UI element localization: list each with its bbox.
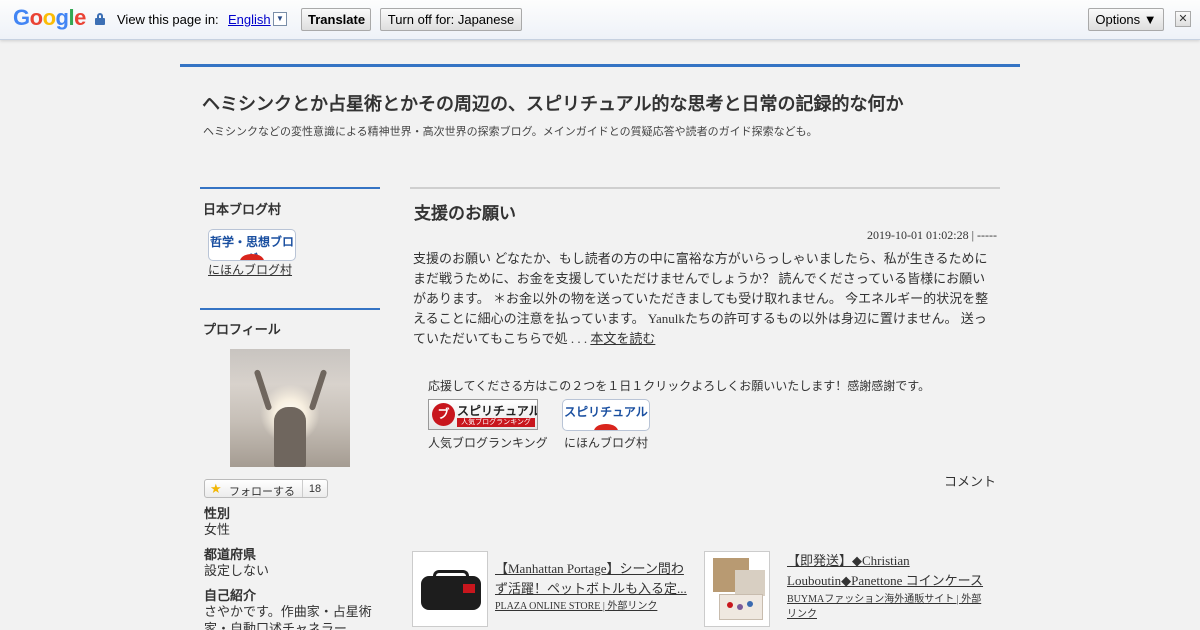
google-logo-letter: o: [42, 5, 56, 30]
article-rule: [410, 187, 1000, 189]
ad-title[interactable]: 【Manhattan Portage】シーン問わず活躍！ペットボトルも入る定..…: [495, 559, 691, 599]
comment-link[interactable]: コメント: [944, 471, 996, 490]
profile-key: 自己紹介: [204, 588, 257, 603]
village-heading: 日本ブログ村: [203, 202, 282, 217]
follow-count: 18: [308, 483, 322, 495]
translate-label: View this page in:: [117, 12, 219, 27]
article-meta: 2019-10-01 01:02:28 | -----: [866, 228, 997, 242]
options-button[interactable]: Options ▼: [1088, 8, 1164, 31]
ranking-link[interactable]: 人気ブログランキング: [428, 434, 548, 451]
village-banner-dot: [240, 254, 264, 260]
profile-key: 都道府県: [204, 547, 257, 562]
ranking-banner-text: スピリチュアル: [457, 404, 538, 418]
translate-bar: Google View this page in: English ▼ Tran…: [0, 0, 1200, 40]
article-title[interactable]: 支援のお願い: [414, 199, 516, 224]
article-excerpt: 支援のお願い どなたか、もし読者の方の中に富裕な方がいらっしゃいましたら、私が生…: [413, 251, 989, 346]
google-logo-letter: e: [74, 5, 86, 30]
ad-source[interactable]: BUYMAファッション海外通販サイト | 外部リンク: [787, 592, 987, 622]
turn-off-button[interactable]: Turn off for: Japanese: [380, 8, 522, 31]
ad-source[interactable]: PLAZA ONLINE STORE | 外部リンク: [495, 599, 691, 614]
google-logo-letter: G: [13, 5, 30, 30]
support-message: 応援してくださる方はこの２つを１日１クリックよろしくお願いいたします！感謝感謝で…: [428, 379, 931, 393]
article-body: 支援のお願い どなたか、もし読者の方の中に富裕な方がいらっしゃいましたら、私が生…: [413, 249, 998, 349]
sidebar-rule: [200, 187, 380, 189]
profile-photo[interactable]: [230, 349, 350, 467]
star-icon: ★: [210, 481, 222, 496]
follow-button[interactable]: ★ フォローする 18: [204, 479, 328, 498]
google-logo-letter: g: [55, 5, 69, 30]
village-spiritual-banner-text: スピリチュアル: [564, 405, 648, 419]
sidebar-rule: [200, 308, 380, 310]
village-link[interactable]: にほんブログ村: [208, 261, 292, 278]
google-logo: Google: [13, 5, 86, 31]
profile-heading: プロフィール: [203, 322, 281, 337]
google-logo-letter: o: [29, 5, 43, 30]
header-rule: [180, 64, 1020, 67]
language-dropdown-icon[interactable]: ▼: [273, 12, 287, 26]
blog-title[interactable]: ヘミシンクとか占星術とかその周辺の、スピリチュアル的な思考と日常の記録的な何か: [202, 90, 903, 116]
profile-key: 性別: [204, 506, 231, 521]
ranking-banner-sub: 人気ブログランキング: [457, 418, 535, 427]
language-select[interactable]: English: [228, 12, 271, 27]
close-icon[interactable]: ✕: [1175, 11, 1191, 27]
village-spiritual-banner[interactable]: スピリチュアル: [562, 399, 650, 431]
profile-value: 女性: [204, 522, 231, 537]
blog-description: ヘミシンクなどの変性意識による精神世界・高次世界の探索ブログ。メインガイドとの質…: [203, 126, 818, 138]
ad-title[interactable]: 【即発送】◆Christian Louboutin◆Panettone コインケ…: [787, 551, 999, 591]
village-banner[interactable]: 哲学・思想ブログ: [208, 229, 296, 261]
read-more-link[interactable]: 本文を読む: [590, 331, 655, 346]
ranking-logo-icon: ブ: [432, 403, 455, 426]
lock-icon: [95, 13, 105, 25]
ad-image-coin-case[interactable]: [704, 551, 770, 627]
ranking-banner[interactable]: ブ スピリチュアル 人気ブログランキング: [428, 399, 538, 430]
village-banner-dot: [594, 424, 618, 430]
ad-item[interactable]: 【Manhattan Portage】シーン問わず活躍！ペットボトルも入る定..…: [412, 551, 692, 627]
profile-value: 設定しない: [204, 563, 270, 578]
ad-image-bag[interactable]: [412, 551, 488, 627]
profile-value: さやかです。作曲家・占星術家・自動口述チャネラー: [204, 604, 372, 630]
village-spiritual-link[interactable]: にほんブログ村: [564, 434, 648, 451]
follow-label: フォローする: [229, 486, 295, 498]
translate-button[interactable]: Translate: [301, 8, 371, 31]
ad-item[interactable]: 【即発送】◆Christian Louboutin◆Panettone コインケ…: [704, 551, 1000, 627]
